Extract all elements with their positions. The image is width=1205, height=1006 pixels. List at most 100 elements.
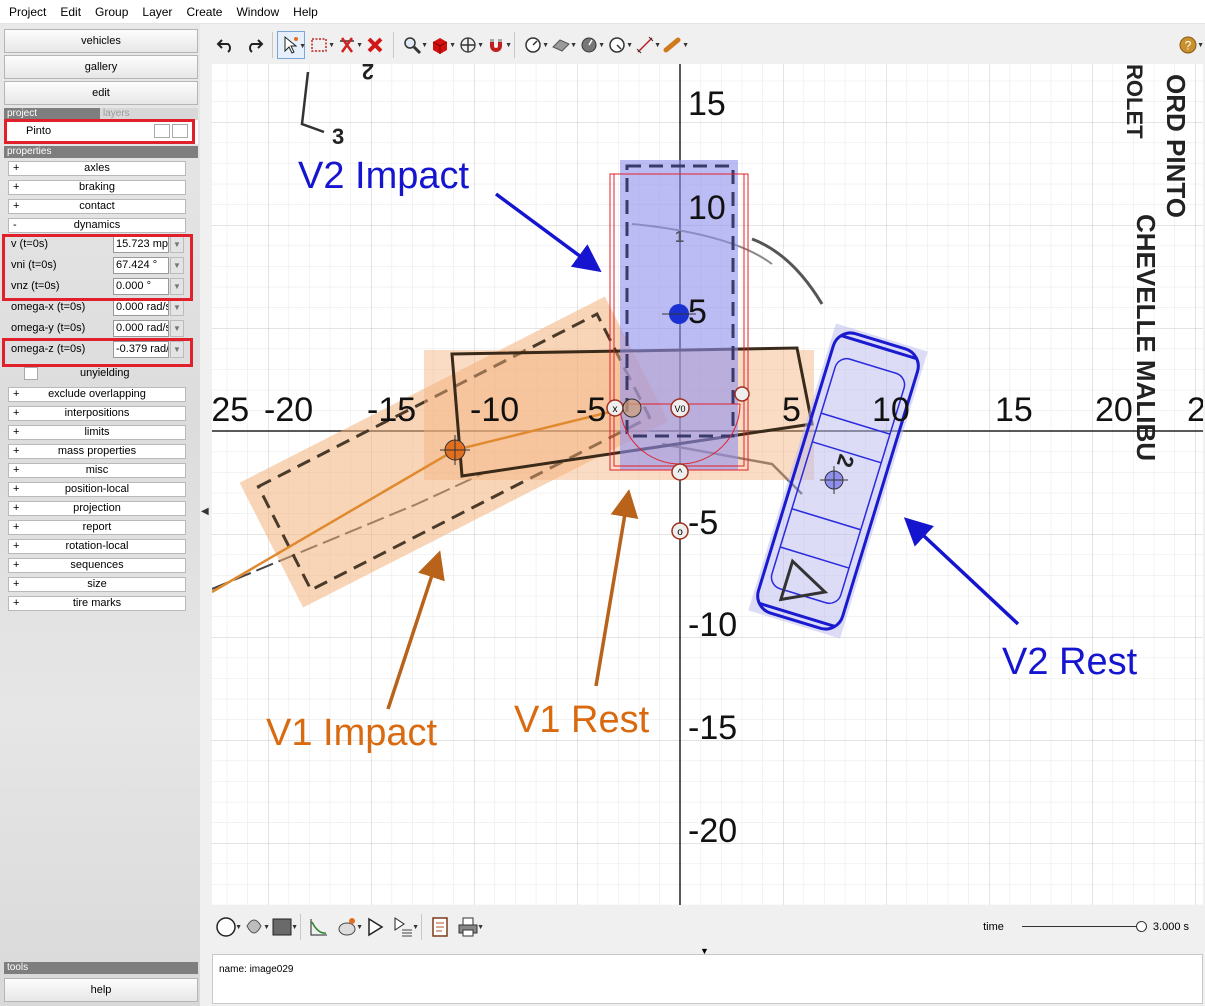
chevelle-label: CHEVELLE MALIBU bbox=[1131, 214, 1161, 461]
handle-rotate[interactable]: ^ bbox=[671, 463, 689, 481]
menu-edit[interactable]: Edit bbox=[53, 0, 88, 24]
measure-icon[interactable]: ▼ bbox=[631, 31, 661, 59]
menu-layer[interactable]: Layer bbox=[135, 0, 179, 24]
report-icon[interactable] bbox=[426, 913, 454, 941]
vehicle-3d-icon[interactable]: ▼ bbox=[426, 31, 456, 59]
menu-project[interactable]: Project bbox=[2, 0, 53, 24]
pinto-label: ORD PINTO bbox=[1161, 74, 1191, 218]
y-tick: 5 bbox=[688, 293, 707, 331]
handle-v0[interactable]: V0 bbox=[670, 398, 690, 418]
group-label: sequences bbox=[70, 559, 124, 571]
menu-help[interactable]: Help bbox=[286, 0, 325, 24]
play-sequence-icon[interactable]: ▼ bbox=[389, 913, 419, 941]
group-interpositions[interactable]: + interpositions bbox=[8, 406, 186, 421]
y-tick: -10 bbox=[688, 606, 737, 644]
menu-window[interactable]: Window bbox=[229, 0, 286, 24]
delete-vertex-icon[interactable]: ▼ bbox=[333, 31, 363, 59]
x-tick: -20 bbox=[264, 391, 313, 429]
fill-style-icon[interactable]: ▼ bbox=[240, 913, 270, 941]
group-contact[interactable]: + contact bbox=[8, 199, 186, 214]
group-limits[interactable]: + limits bbox=[8, 425, 186, 440]
toolbar: ▼ ▼ ▼ ▼ ▼ ▼ ▼ ▼ ▼ ▼ ▼ ▼ ▼ ? ▼ bbox=[212, 28, 1204, 62]
x-tick: 5 bbox=[782, 391, 801, 429]
group-label: dynamics bbox=[73, 219, 121, 231]
unyielding-checkbox[interactable] bbox=[24, 367, 38, 380]
bottom-toolbar: ▼ ▼ ▼ ▼ ▼ ▼ time 3.000 s bbox=[212, 908, 1205, 946]
circle-shape-icon[interactable]: ▼ bbox=[212, 913, 242, 941]
help-button[interactable]: help bbox=[4, 978, 198, 1002]
handle-origin[interactable]: o bbox=[671, 522, 689, 540]
v1-rest-center-marker[interactable] bbox=[622, 398, 642, 418]
x-tick: 20 bbox=[1095, 391, 1133, 429]
group-exclude-overlapping[interactable]: + exclude overlapping bbox=[8, 387, 186, 402]
group-misc[interactable]: + misc bbox=[8, 463, 186, 478]
redo-icon[interactable] bbox=[240, 31, 268, 59]
zoom-icon[interactable]: ▼ bbox=[398, 31, 428, 59]
vehicles-button[interactable]: vehicles bbox=[4, 29, 198, 53]
rolet-label: ROLET bbox=[1122, 64, 1147, 139]
dropdown-icon[interactable]: ▼ bbox=[170, 320, 184, 337]
field-input[interactable]: 0.000 rad/s bbox=[113, 320, 169, 337]
rectangle-select-icon[interactable]: ▼ bbox=[305, 31, 335, 59]
collapse-panel-icon[interactable]: ◀ bbox=[201, 506, 211, 526]
label-v2-impact: V2 Impact bbox=[298, 155, 470, 197]
unyielding-row: unyielding bbox=[8, 365, 186, 382]
y-tick: -15 bbox=[688, 709, 737, 747]
x-tick: 25 bbox=[1187, 391, 1203, 429]
group-sequences[interactable]: + sequences bbox=[8, 558, 186, 573]
speed-gauge-icon[interactable]: ▼ bbox=[519, 31, 549, 59]
menu-group[interactable]: Group bbox=[88, 0, 135, 24]
color-swatch-icon[interactable]: ▼ bbox=[268, 913, 298, 941]
surface-icon[interactable]: ▼ bbox=[547, 31, 577, 59]
friction-gauge-icon[interactable]: ▼ bbox=[575, 31, 605, 59]
group-tire-marks[interactable]: + tire marks bbox=[8, 596, 186, 611]
graph-icon[interactable] bbox=[305, 913, 333, 941]
pan-icon[interactable]: ▼ bbox=[454, 31, 484, 59]
svg-text:?: ? bbox=[1185, 39, 1192, 53]
help-icon[interactable]: ? ▼ bbox=[1174, 31, 1204, 59]
group-label: projection bbox=[73, 502, 121, 514]
play-icon[interactable] bbox=[361, 913, 389, 941]
group-dynamics[interactable]: - dynamics bbox=[8, 218, 186, 233]
group-label: interpositions bbox=[64, 407, 130, 419]
left-panel: vehicles gallery edit project layers Pin… bbox=[0, 24, 200, 1006]
delete-icon[interactable] bbox=[361, 31, 389, 59]
menu-create[interactable]: Create bbox=[179, 0, 229, 24]
group-position-local[interactable]: + position-local bbox=[8, 482, 186, 497]
y-tick: -20 bbox=[688, 812, 737, 850]
snapshot-icon[interactable]: ▼ bbox=[333, 913, 363, 941]
x-tick: 10 bbox=[872, 391, 910, 429]
dropdown-icon[interactable]: ▼ bbox=[170, 299, 184, 316]
group-label: braking bbox=[78, 181, 116, 193]
angle-gauge-icon[interactable]: ▼ bbox=[603, 31, 633, 59]
handle-x[interactable]: x bbox=[606, 399, 624, 417]
time-slider-thumb[interactable] bbox=[1135, 921, 1147, 932]
label-v2-rest: V2 Rest bbox=[1002, 641, 1138, 683]
select-tool-icon[interactable]: ▼ bbox=[277, 31, 306, 59]
edit-button[interactable]: edit bbox=[4, 81, 198, 105]
group-mass-properties[interactable]: + mass properties bbox=[8, 444, 186, 459]
group-label: tire marks bbox=[72, 597, 122, 609]
group-braking[interactable]: + braking bbox=[8, 180, 186, 195]
scene-canvas[interactable]: x V0 ^ o -25 -20 -15 -10 -5 5 10 15 20 2… bbox=[212, 64, 1203, 905]
field-label: omega-x (t=0s) bbox=[11, 301, 86, 313]
print-icon[interactable]: ▼ bbox=[454, 913, 484, 941]
tape-icon[interactable]: ▼ bbox=[659, 31, 689, 59]
gallery-button[interactable]: gallery bbox=[4, 55, 198, 79]
scene-svg: x V0 ^ o -25 -20 -15 -10 -5 5 10 15 20 2… bbox=[212, 64, 1203, 905]
group-projection[interactable]: + projection bbox=[8, 501, 186, 516]
group-size[interactable]: + size bbox=[8, 577, 186, 592]
group-label: exclude overlapping bbox=[48, 388, 146, 400]
handle-corner[interactable] bbox=[734, 386, 750, 402]
group-label: axles bbox=[84, 162, 110, 174]
group-axles[interactable]: + axles bbox=[8, 161, 186, 176]
group-label: limits bbox=[84, 426, 110, 438]
undo-icon[interactable] bbox=[212, 31, 240, 59]
group-rotation-local[interactable]: + rotation-local bbox=[8, 539, 186, 554]
group-label: rotation-local bbox=[65, 540, 129, 552]
group-label: misc bbox=[85, 464, 109, 476]
group-report[interactable]: + report bbox=[8, 520, 186, 535]
field-input[interactable]: 0.000 rad/s bbox=[113, 299, 169, 316]
magnet-icon[interactable]: ▼ bbox=[482, 31, 512, 59]
time-slider[interactable] bbox=[1021, 919, 1147, 935]
